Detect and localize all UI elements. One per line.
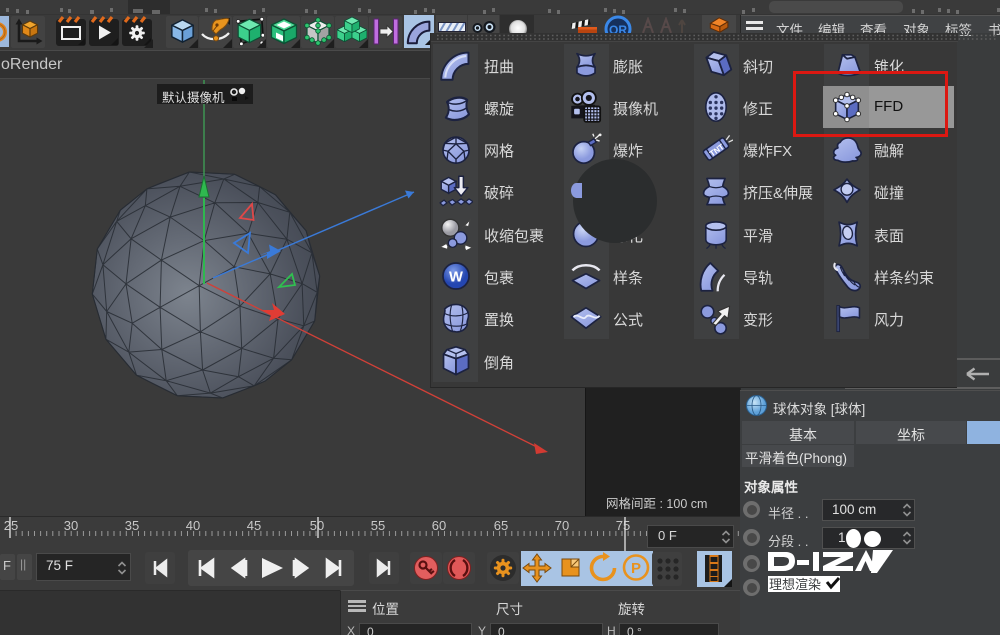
svg-text:P: P <box>631 560 641 577</box>
svg-text:W: W <box>449 270 463 286</box>
svg-text:理想渲染: 理想渲染 <box>769 577 821 592</box>
